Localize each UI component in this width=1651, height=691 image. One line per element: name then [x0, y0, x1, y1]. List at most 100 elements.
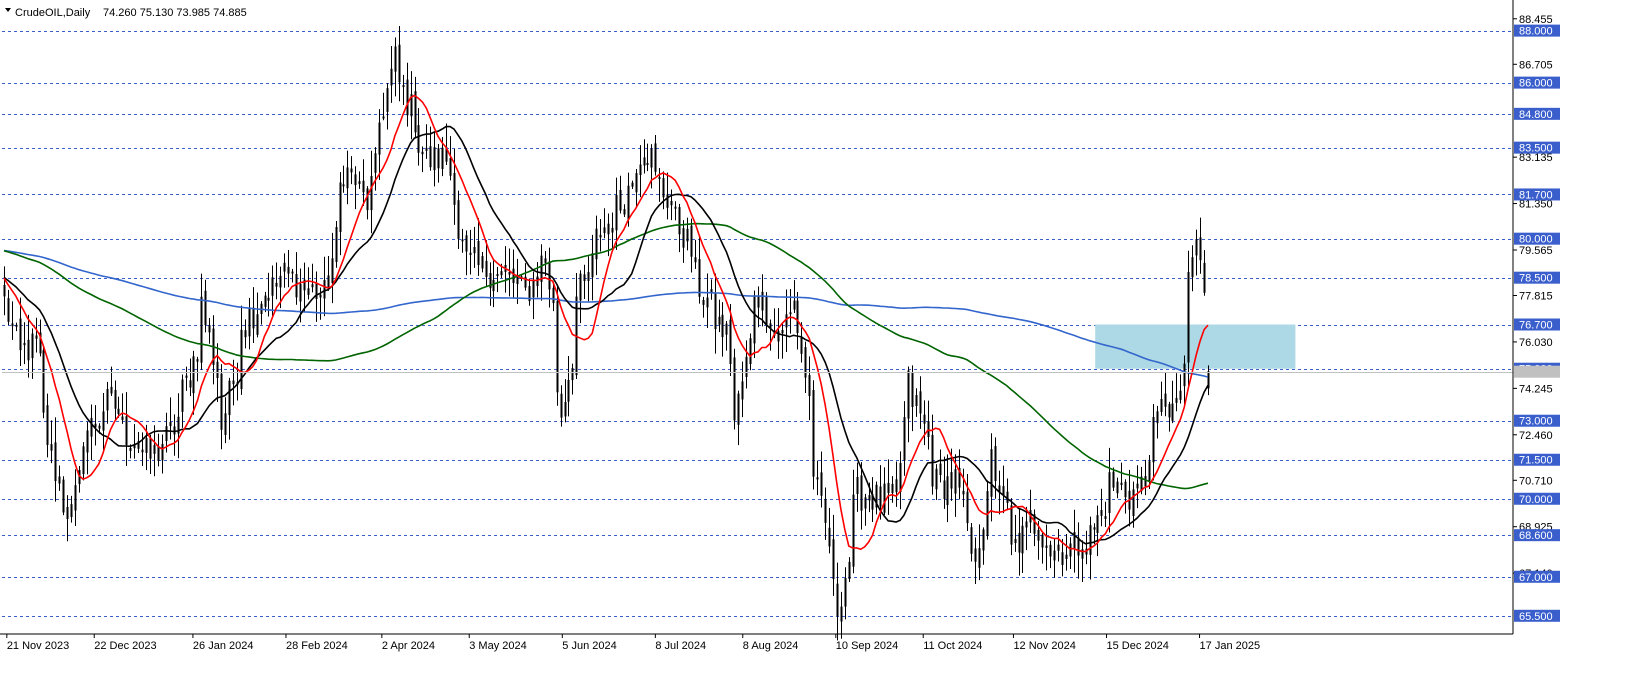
- candle: [1171, 380, 1174, 424]
- candle: [966, 473, 969, 531]
- candle-body-up: [90, 417, 93, 437]
- candle: [658, 167, 661, 202]
- candle-body-up: [1014, 538, 1017, 544]
- candle: [1120, 462, 1123, 491]
- candle-body-up: [899, 462, 902, 493]
- candle-body-up: [1045, 545, 1048, 548]
- candle-body-down: [879, 486, 882, 507]
- candle: [110, 366, 113, 397]
- candle-body-down: [327, 275, 330, 289]
- candle-body-down: [1112, 471, 1115, 488]
- candle: [587, 256, 590, 302]
- candle: [1152, 403, 1155, 481]
- candle: [1057, 528, 1060, 562]
- time-tick-label: 2 Apr 2024: [382, 640, 435, 652]
- candle-body-up: [244, 330, 247, 338]
- time-tick-label: 10 Sep 2024: [836, 640, 898, 652]
- candle: [639, 145, 642, 198]
- candle-body-down: [1037, 529, 1040, 541]
- candle-body-up: [70, 504, 73, 518]
- level-label: 88.000: [1519, 26, 1553, 38]
- time-tick-label: 8 Aug 2024: [743, 640, 799, 652]
- candle: [864, 493, 867, 526]
- candle-body-down: [1041, 534, 1044, 548]
- candle-body-up: [291, 271, 294, 274]
- candle: [1100, 488, 1103, 527]
- time-tick-label: 28 Feb 2024: [286, 640, 348, 652]
- level-label: 81.700: [1519, 189, 1553, 201]
- candle: [579, 270, 582, 324]
- candle: [445, 123, 448, 166]
- candle-body-up: [1179, 390, 1182, 400]
- candle-body-up: [307, 288, 310, 295]
- candle-body-up: [741, 381, 744, 400]
- candle: [1175, 373, 1178, 412]
- level-label: 78.500: [1519, 273, 1553, 285]
- candle: [646, 143, 649, 172]
- candle-body-up: [335, 227, 338, 262]
- time-tick-label: 8 Jul 2024: [655, 640, 706, 652]
- candle-body-up: [228, 380, 231, 416]
- price-chart[interactable]: 88.45586.70583.13581.35079.56577.81576.0…: [0, 0, 1651, 691]
- candle-body-down: [943, 480, 946, 499]
- price-tick-label: 76.030: [1519, 337, 1553, 349]
- candle-body-up: [1183, 363, 1186, 387]
- candle: [808, 356, 811, 421]
- candle-body-down: [714, 293, 717, 330]
- candle: [220, 364, 223, 450]
- candle-body-up: [856, 476, 859, 494]
- candle-body-up: [635, 173, 638, 193]
- candle-body-up: [674, 206, 677, 209]
- candle-body-down: [66, 506, 69, 519]
- candle: [1065, 534, 1068, 571]
- candle-body-up: [848, 561, 851, 580]
- candle: [899, 451, 902, 510]
- candle-body-up: [1187, 272, 1190, 363]
- candle: [437, 144, 440, 183]
- candle: [974, 537, 977, 584]
- candle: [919, 376, 922, 429]
- candle: [457, 190, 460, 249]
- candle-body-up: [793, 300, 796, 310]
- candle-body-up: [567, 379, 570, 402]
- candle-body-up: [500, 271, 503, 276]
- level-label: 84.800: [1519, 109, 1553, 121]
- candle-body-down: [208, 324, 211, 333]
- candle: [169, 397, 172, 440]
- candle-body-up: [145, 438, 148, 453]
- candle: [1096, 505, 1099, 557]
- candle-body-down: [149, 437, 152, 459]
- candle-body-up: [852, 494, 855, 567]
- candle: [753, 290, 756, 358]
- candle: [485, 240, 488, 286]
- candle: [248, 297, 251, 350]
- candle: [469, 229, 472, 275]
- candle: [895, 461, 898, 507]
- candle-body-down: [358, 181, 361, 185]
- candle-body-up: [1152, 416, 1155, 463]
- candle-body-up: [990, 449, 993, 497]
- candle: [860, 462, 863, 530]
- candle: [907, 366, 910, 443]
- candle-body-up: [1191, 257, 1194, 278]
- candle: [508, 248, 511, 297]
- candle: [757, 286, 760, 328]
- candle-body-up: [1175, 397, 1178, 403]
- candle-body-down: [437, 148, 440, 169]
- candle-body-down: [895, 479, 898, 493]
- candle-body-down: [623, 209, 626, 215]
- candle-body-up: [1053, 550, 1056, 561]
- candle-body-up: [196, 359, 199, 362]
- candle-body-up: [686, 228, 689, 242]
- candle-body-down: [173, 426, 176, 435]
- candle-body-up: [603, 227, 606, 234]
- candle-body-up: [706, 297, 709, 308]
- candle-body-down: [931, 434, 934, 487]
- candle: [1203, 250, 1206, 296]
- level-label: 68.600: [1519, 530, 1553, 542]
- candle: [923, 400, 926, 446]
- dropdown-triangle-icon[interactable]: [5, 8, 11, 12]
- candle: [1191, 245, 1194, 292]
- candle: [564, 379, 567, 423]
- candle-body-down: [1104, 516, 1107, 519]
